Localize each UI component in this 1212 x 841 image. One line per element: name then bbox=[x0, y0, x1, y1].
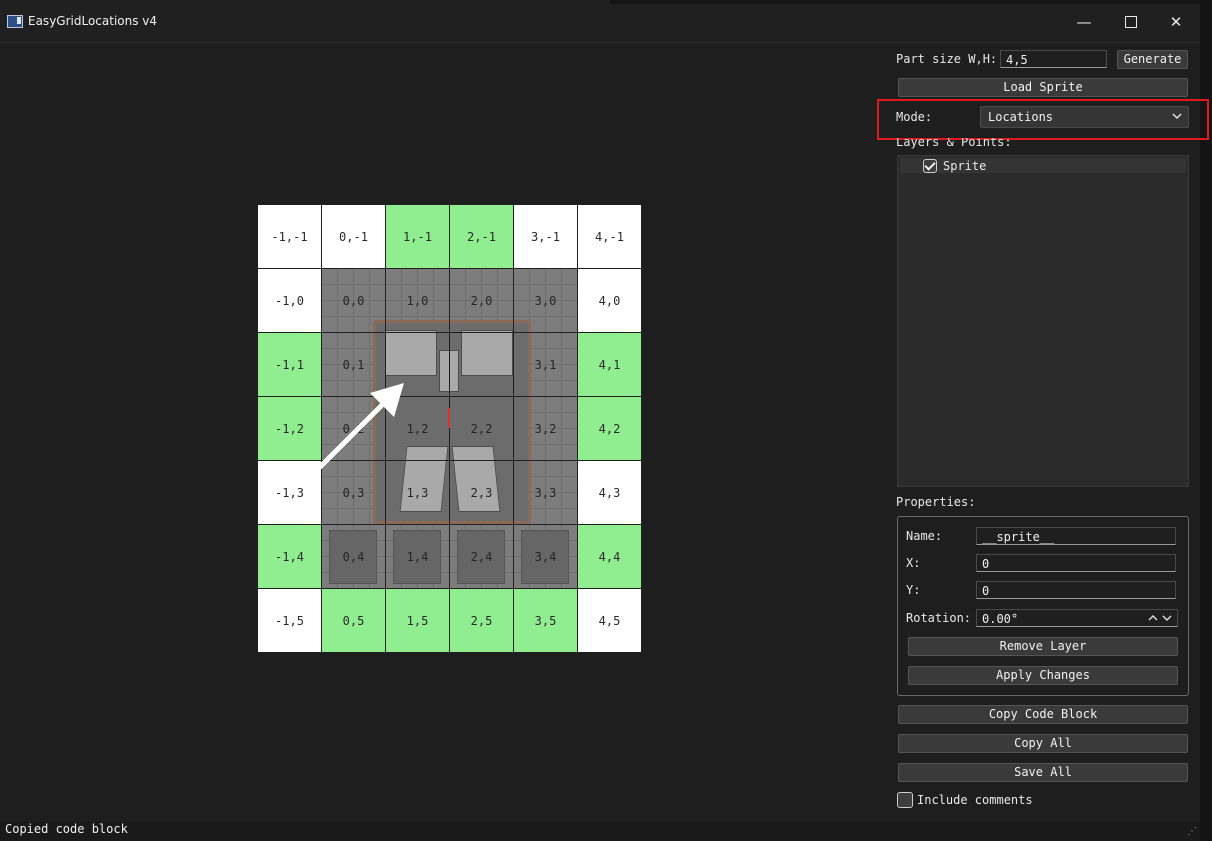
grid-cell[interactable]: 3,4 bbox=[513, 524, 578, 589]
grid-cell[interactable]: 4,2 bbox=[577, 396, 642, 461]
grid-cell[interactable]: -1,5 bbox=[257, 588, 322, 653]
part-size-label: Part size W,H: bbox=[896, 52, 998, 66]
rotation-value: 0.00° bbox=[982, 612, 1019, 626]
grid-cell[interactable]: 1,-1 bbox=[385, 204, 450, 269]
grid-cell[interactable]: 4,1 bbox=[577, 332, 642, 397]
copy-all-button[interactable]: Copy All bbox=[898, 734, 1188, 753]
grid-cell[interactable]: 2,4 bbox=[449, 524, 514, 589]
load-sprite-button[interactable]: Load Sprite bbox=[898, 78, 1188, 97]
part-size-input[interactable]: 4,5 bbox=[1000, 50, 1107, 68]
grid-cell[interactable]: 2,-1 bbox=[449, 204, 514, 269]
rotation-label: Rotation: bbox=[906, 611, 972, 625]
grid-cell[interactable]: 4,3 bbox=[577, 460, 642, 525]
grid-cell[interactable]: 0,5 bbox=[321, 588, 386, 653]
grid-cell[interactable]: 3,0 bbox=[513, 268, 578, 333]
layer-name: Sprite bbox=[943, 159, 987, 173]
grid-cell[interactable]: 3,2 bbox=[513, 396, 578, 461]
spin-arrows-icon[interactable] bbox=[1148, 612, 1174, 624]
grid-cell[interactable]: 3,1 bbox=[513, 332, 578, 397]
close-button[interactable]: ✕ bbox=[1156, 8, 1196, 36]
layer-visible-checkbox[interactable] bbox=[923, 159, 937, 173]
properties-label: Properties: bbox=[896, 495, 976, 509]
grid-cell[interactable]: 0,-1 bbox=[321, 204, 386, 269]
grid-cell[interactable]: 3,5 bbox=[513, 588, 578, 653]
grid-cell[interactable]: 4,-1 bbox=[577, 204, 642, 269]
maximize-icon bbox=[1125, 16, 1137, 28]
grid-cell[interactable]: 1,0 bbox=[385, 268, 450, 333]
grid-cell[interactable]: -1,0 bbox=[257, 268, 322, 333]
title-bar: EasyGridLocations v4 — ✕ bbox=[0, 0, 1200, 43]
layers-list[interactable]: Sprite bbox=[897, 155, 1189, 487]
grid-cell[interactable]: 2,2 bbox=[449, 396, 514, 461]
copy-code-block-button[interactable]: Copy Code Block bbox=[898, 705, 1188, 724]
grid-cell[interactable]: 3,-1 bbox=[513, 204, 578, 269]
name-field[interactable]: __sprite__ bbox=[976, 527, 1176, 545]
grid-cell[interactable] bbox=[449, 332, 514, 397]
x-label: X: bbox=[906, 556, 921, 570]
grid-cell[interactable]: 1,5 bbox=[385, 588, 450, 653]
grid-cell[interactable]: 2,5 bbox=[449, 588, 514, 653]
grid-cell[interactable]: 1,4 bbox=[385, 524, 450, 589]
include-comments-label: Include comments bbox=[917, 793, 1033, 807]
grid-cell[interactable]: 3,3 bbox=[513, 460, 578, 525]
grid-cell[interactable]: 0,4 bbox=[321, 524, 386, 589]
grid-cell[interactable]: -1,4 bbox=[257, 524, 322, 589]
rotation-spinbox[interactable]: 0.00° bbox=[976, 609, 1178, 627]
grid-cell[interactable]: 4,4 bbox=[577, 524, 642, 589]
origin-marker bbox=[448, 408, 450, 428]
annotation-arrow-icon bbox=[317, 383, 404, 470]
grid-cell[interactable]: 2,0 bbox=[449, 268, 514, 333]
window-title: EasyGridLocations v4 bbox=[28, 14, 158, 28]
y-field[interactable]: 0 bbox=[976, 581, 1176, 599]
include-comments-checkbox[interactable] bbox=[897, 792, 913, 808]
generate-button[interactable]: Generate bbox=[1117, 50, 1188, 69]
minimize-button[interactable]: — bbox=[1064, 8, 1104, 36]
app-icon bbox=[7, 15, 23, 28]
remove-layer-button[interactable]: Remove Layer bbox=[908, 637, 1178, 656]
grid-cell[interactable]: 4,5 bbox=[577, 588, 642, 653]
grid-cell[interactable]: 4,0 bbox=[577, 268, 642, 333]
status-bar: Copied code block bbox=[0, 822, 1200, 841]
grid-cell[interactable]: -1,-1 bbox=[257, 204, 322, 269]
x-field[interactable]: 0 bbox=[976, 554, 1176, 572]
resize-grip-icon[interactable]: ⋰ bbox=[1187, 827, 1197, 837]
name-label: Name: bbox=[906, 529, 943, 543]
grid-cell[interactable]: 0,0 bbox=[321, 268, 386, 333]
grid-cell[interactable]: 2,3 bbox=[449, 460, 514, 525]
apply-changes-button[interactable]: Apply Changes bbox=[908, 666, 1178, 685]
list-item[interactable]: Sprite bbox=[900, 158, 1186, 173]
mode-highlight-box bbox=[877, 99, 1209, 140]
y-label: Y: bbox=[906, 583, 921, 597]
background-window-edge bbox=[610, 0, 1212, 4]
save-all-button[interactable]: Save All bbox=[898, 763, 1188, 782]
status-text: Copied code block bbox=[5, 822, 128, 836]
